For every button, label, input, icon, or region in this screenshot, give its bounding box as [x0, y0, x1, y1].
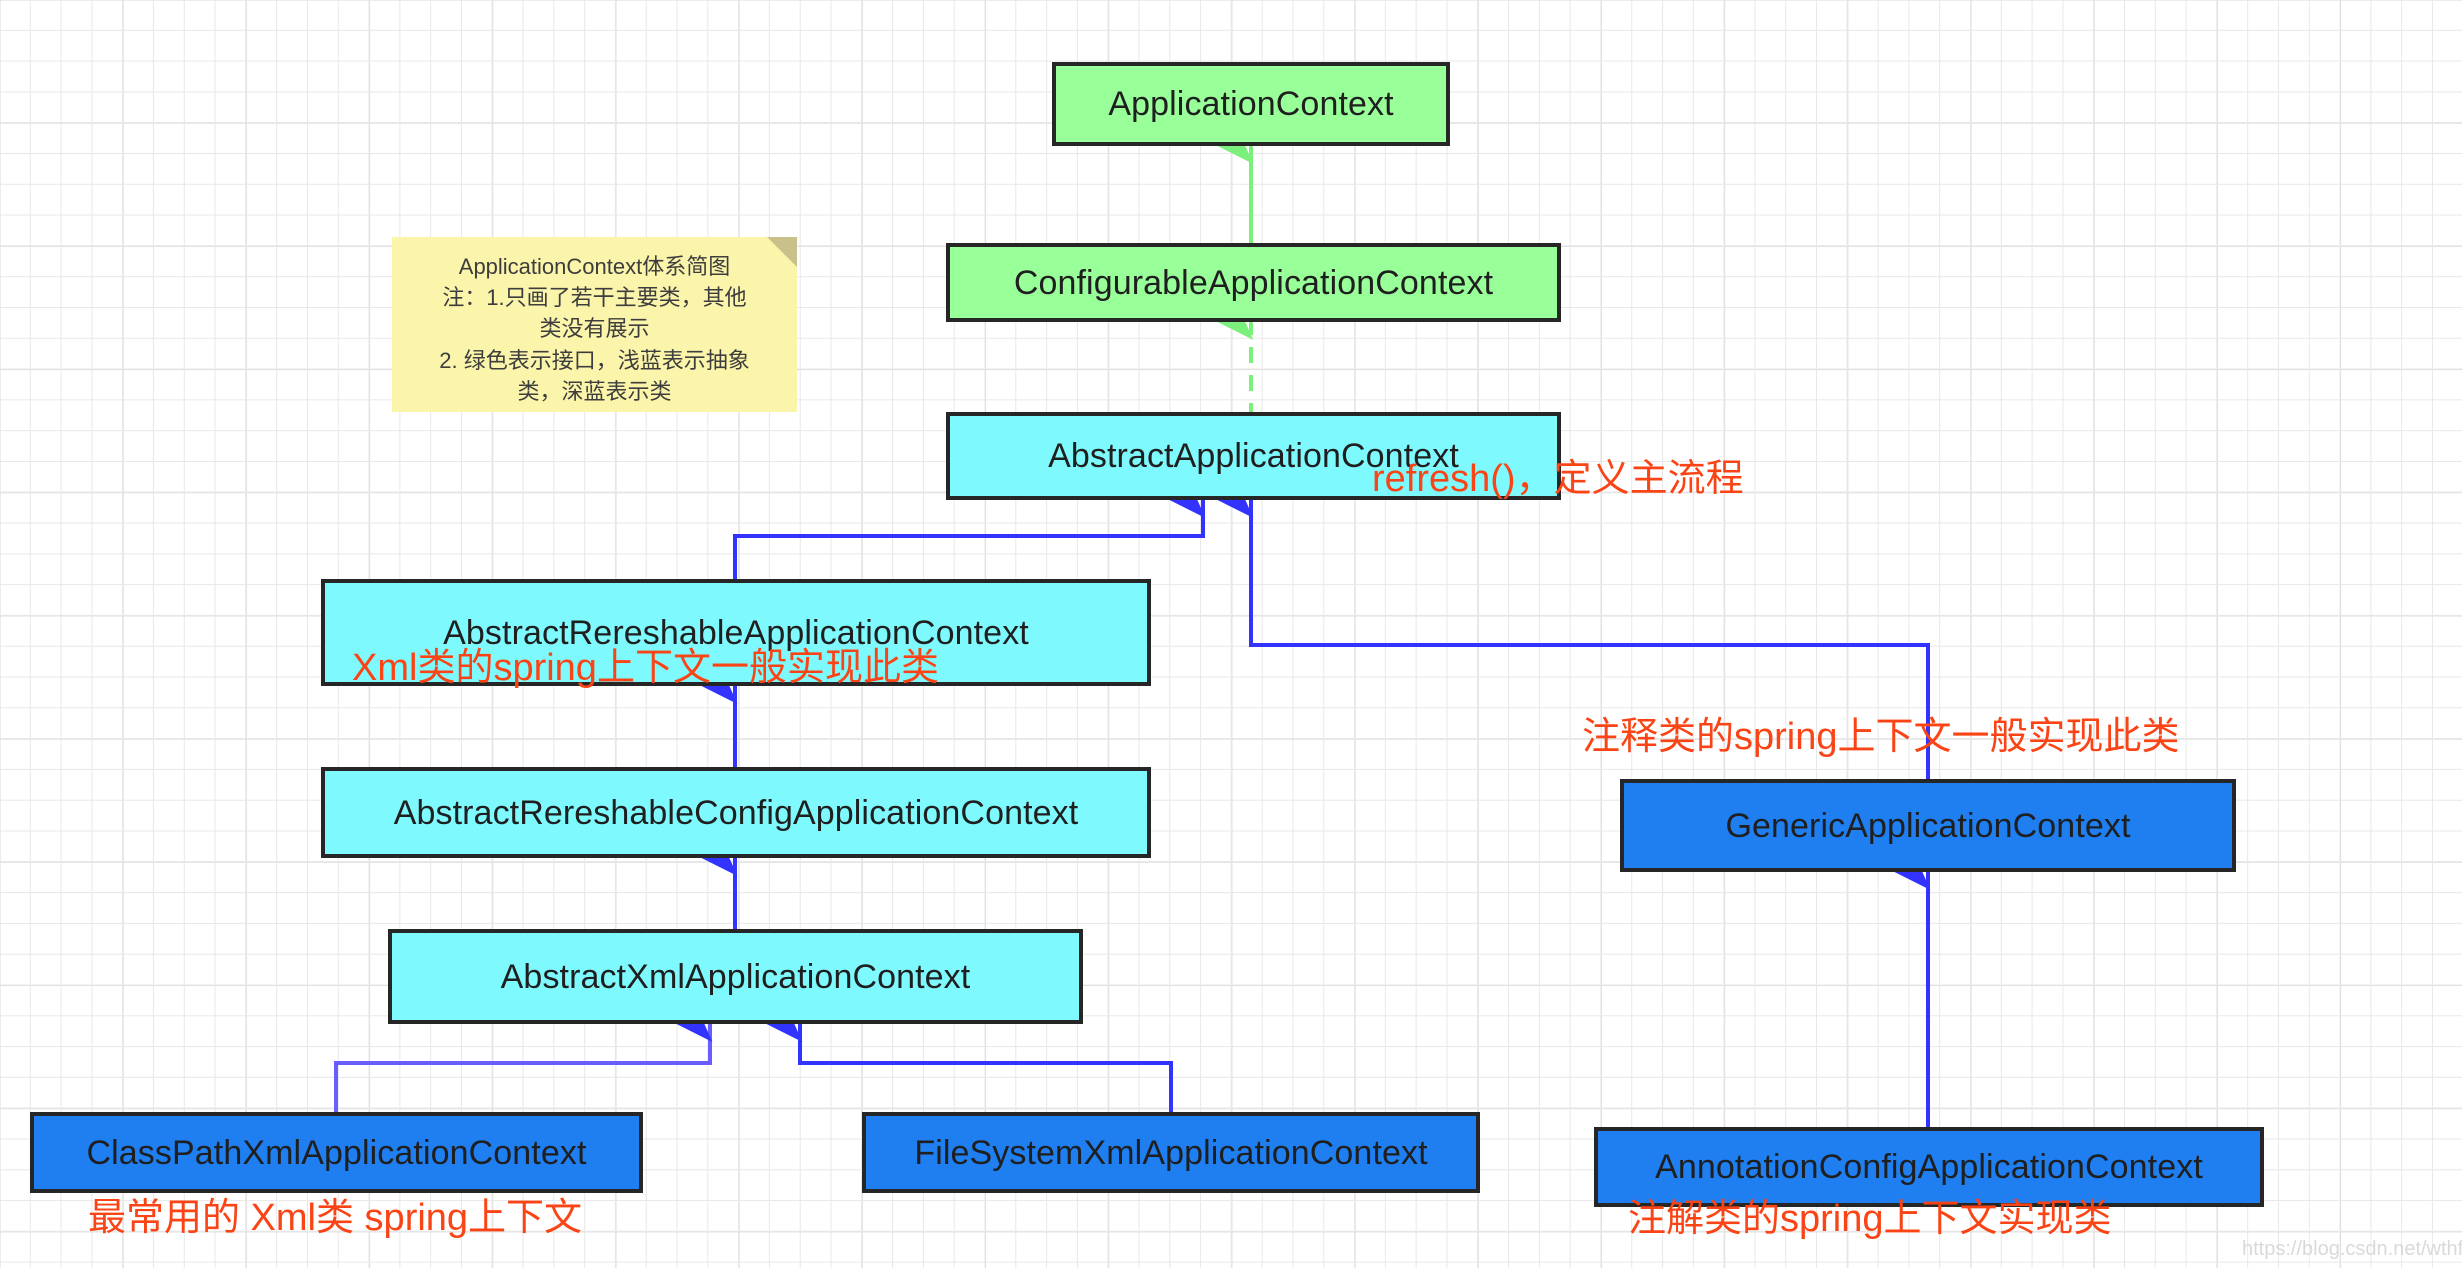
note-fold-corner [767, 237, 797, 267]
site-watermark: https://blog.csdn.net/wthfeng [2242, 1238, 2462, 1260]
annotation-classpath-caption: 最常用的 Xml类 spring上下文 [88, 1197, 583, 1239]
note-line-4: 类，深蓝表示类 [517, 378, 672, 404]
link-abstractrereshable-to-abstractapplicationcontext [733, 482, 1206, 580]
diagram-canvas: ApplicationContext体系简图 注：1.只画了若干主要类，其他 类… [0, 0, 2462, 1268]
annotation-annotationconfig-caption: 注解类的spring上下文实现类 [1628, 1198, 2112, 1240]
legend-note: ApplicationContext体系简图 注：1.只画了若干主要类，其他 类… [392, 237, 797, 412]
node-annotationconfigapplicationcontext[interactable]: AnnotationConfigApplicationContext [1594, 1127, 2264, 1207]
note-line-0: ApplicationContext体系简图 [458, 254, 731, 279]
node-filesystemxmlapplicationcontext[interactable]: FileSystemXmlApplicationContext [862, 1112, 1480, 1193]
node-abstractrereshableconfigapplicationcontext[interactable]: AbstractRereshableConfigApplicationConte… [321, 767, 1151, 858]
node-abstractxmlapplicationcontext[interactable]: AbstractXmlApplicationContext [388, 929, 1083, 1024]
node-classpathxmlapplicationcontext[interactable]: ClassPathXmlApplicationContext [30, 1112, 643, 1193]
annotation-xml-impl: Xml类的spring上下文一般实现此类 [352, 647, 939, 689]
note-line-1: 注：1.只画了若干主要类，其他 [442, 285, 747, 311]
note-line-2: 类没有展示 [539, 316, 650, 342]
annotation-annotation-impl: 注释类的spring上下文一般实现此类 [1582, 716, 2180, 758]
annotation-refresh: refresh()，定义主流程 [1372, 458, 1744, 500]
node-configurableapplicationcontext[interactable]: ConfigurableApplicationContext [946, 243, 1561, 322]
link-classpathxml-to-abstractxml [334, 1006, 713, 1113]
note-line-3: 2. 绿色表示接口，浅蓝表示抽象 [439, 347, 750, 373]
node-applicationcontext[interactable]: ApplicationContext [1052, 62, 1450, 146]
link-filesystemxml-to-abstractxml [766, 1006, 1173, 1113]
node-genericapplicationcontext[interactable]: GenericApplicationContext [1620, 779, 2236, 872]
